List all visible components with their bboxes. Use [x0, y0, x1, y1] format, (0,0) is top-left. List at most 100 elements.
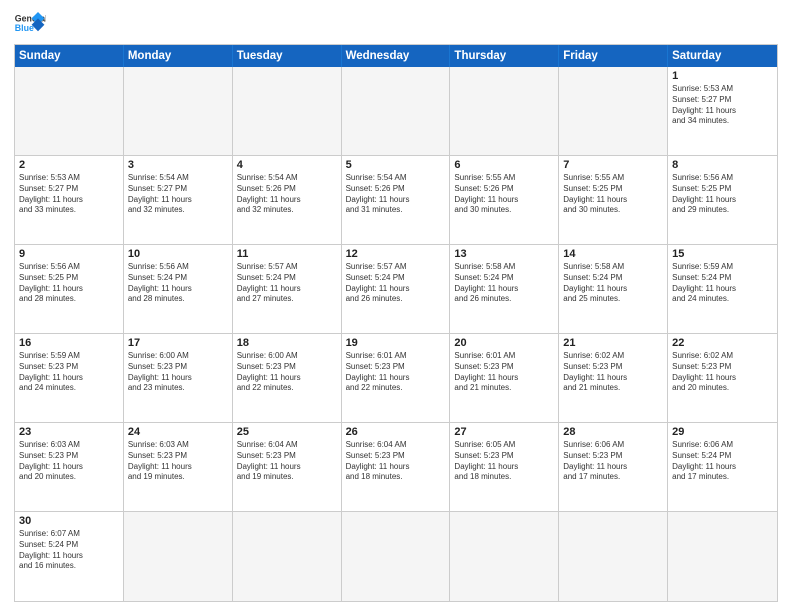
calendar-cell: 3Sunrise: 5:54 AM Sunset: 5:27 PM Daylig… — [124, 156, 233, 245]
cell-info: Sunrise: 6:02 AM Sunset: 5:23 PM Dayligh… — [563, 351, 663, 394]
day-headers: SundayMondayTuesdayWednesdayThursdayFrid… — [15, 45, 777, 67]
cell-info: Sunrise: 5:58 AM Sunset: 5:24 PM Dayligh… — [454, 262, 554, 305]
calendar-cell: 9 Sunrise: 5:56 AM Sunset: 5:25 PM Daylig… — [15, 245, 124, 334]
cell-info: Sunrise: 6:05 AM Sunset: 5:23 PM Dayligh… — [454, 440, 554, 483]
calendar-cell: 17Sunrise: 6:00 AM Sunset: 5:23 PM Dayli… — [124, 334, 233, 423]
calendar-cell — [15, 67, 124, 156]
cell-info: Sunrise: 5:54 AM Sunset: 5:26 PM Dayligh… — [237, 173, 337, 216]
calendar-cell — [233, 67, 342, 156]
calendar-cell — [559, 67, 668, 156]
calendar-cell: 21 Sunrise: 6:02 AM Sunset: 5:23 PM Dayli… — [559, 334, 668, 423]
day-header: Sunday — [15, 45, 124, 67]
day-number: 30 — [19, 515, 119, 527]
calendar-cell: 10Sunrise: 5:56 AM Sunset: 5:24 PM Dayli… — [124, 245, 233, 334]
calendar-cell: 18 Sunrise: 6:00 AM Sunset: 5:23 PM Dayli… — [233, 334, 342, 423]
calendar-cell: 20Sunrise: 6:01 AM Sunset: 5:23 PM Dayli… — [450, 334, 559, 423]
day-number: 9 — [19, 248, 119, 260]
day-number: 18 — [237, 337, 337, 349]
calendar-cell: 14 Sunrise: 5:58 AM Sunset: 5:24 PM Dayli… — [559, 245, 668, 334]
cell-info: Sunrise: 5:58 AM Sunset: 5:24 PM Dayligh… — [563, 262, 663, 305]
calendar-cell — [124, 512, 233, 601]
cell-info: Sunrise: 5:55 AM Sunset: 5:26 PM Dayligh… — [454, 173, 554, 216]
calendar-cell: 28Sunrise: 6:06 AM Sunset: 5:23 PM Dayli… — [559, 423, 668, 512]
day-number: 7 — [563, 159, 663, 171]
day-number: 8 — [672, 159, 773, 171]
svg-text:Blue: Blue — [15, 23, 34, 33]
cell-info: Sunrise: 5:54 AM Sunset: 5:26 PM Dayligh… — [346, 173, 446, 216]
day-number: 2 — [19, 159, 119, 171]
page: General Blue SundayMondayTuesdayWednesda… — [0, 0, 792, 612]
cell-info: Sunrise: 5:57 AM Sunset: 5:24 PM Dayligh… — [346, 262, 446, 305]
calendar-cell: 7 Sunrise: 5:55 AM Sunset: 5:25 PM Daylig… — [559, 156, 668, 245]
calendar-cell — [124, 67, 233, 156]
cell-info: Sunrise: 5:55 AM Sunset: 5:25 PM Dayligh… — [563, 173, 663, 216]
day-number: 23 — [19, 426, 119, 438]
cell-info: Sunrise: 6:03 AM Sunset: 5:23 PM Dayligh… — [19, 440, 119, 483]
calendar-cell: 12 Sunrise: 5:57 AM Sunset: 5:24 PM Dayli… — [342, 245, 451, 334]
calendar-cell: 29 Sunrise: 6:06 AM Sunset: 5:24 PM Dayli… — [668, 423, 777, 512]
day-number: 21 — [563, 337, 663, 349]
day-number: 6 — [454, 159, 554, 171]
cell-info: Sunrise: 6:07 AM Sunset: 5:24 PM Dayligh… — [19, 529, 119, 572]
cell-info: Sunrise: 6:02 AM Sunset: 5:23 PM Dayligh… — [672, 351, 773, 394]
calendar-cell — [450, 67, 559, 156]
calendar-grid: 1 Sunrise: 5:53 AM Sunset: 5:27 PM Daylig… — [15, 67, 777, 601]
day-number: 28 — [563, 426, 663, 438]
day-number: 20 — [454, 337, 554, 349]
calendar-cell: 13 Sunrise: 5:58 AM Sunset: 5:24 PM Dayli… — [450, 245, 559, 334]
cell-info: Sunrise: 6:06 AM Sunset: 5:24 PM Dayligh… — [672, 440, 773, 483]
day-number: 29 — [672, 426, 773, 438]
cell-info: Sunrise: 5:57 AM Sunset: 5:24 PM Dayligh… — [237, 262, 337, 305]
calendar-cell — [233, 512, 342, 601]
day-number: 14 — [563, 248, 663, 260]
day-number: 12 — [346, 248, 446, 260]
cell-info: Sunrise: 5:59 AM Sunset: 5:24 PM Dayligh… — [672, 262, 773, 305]
day-number: 19 — [346, 337, 446, 349]
calendar-cell: 2 Sunrise: 5:53 AM Sunset: 5:27 PM Daylig… — [15, 156, 124, 245]
calendar-cell: 30 Sunrise: 6:07 AM Sunset: 5:24 PM Dayli… — [15, 512, 124, 601]
cell-info: Sunrise: 5:59 AM Sunset: 5:23 PM Dayligh… — [19, 351, 119, 394]
cell-info: Sunrise: 5:56 AM Sunset: 5:25 PM Dayligh… — [672, 173, 773, 216]
calendar-cell: 25 Sunrise: 6:04 AM Sunset: 5:23 PM Dayli… — [233, 423, 342, 512]
cell-info: Sunrise: 6:03 AM Sunset: 5:23 PM Dayligh… — [128, 440, 228, 483]
day-number: 1 — [672, 70, 773, 82]
cell-info: Sunrise: 6:04 AM Sunset: 5:23 PM Dayligh… — [346, 440, 446, 483]
day-number: 27 — [454, 426, 554, 438]
calendar-cell: 26Sunrise: 6:04 AM Sunset: 5:23 PM Dayli… — [342, 423, 451, 512]
cell-info: Sunrise: 6:00 AM Sunset: 5:23 PM Dayligh… — [237, 351, 337, 394]
day-header: Tuesday — [233, 45, 342, 67]
calendar-cell — [342, 67, 451, 156]
day-header: Friday — [559, 45, 668, 67]
day-number: 4 — [237, 159, 337, 171]
day-number: 3 — [128, 159, 228, 171]
cell-info: Sunrise: 6:04 AM Sunset: 5:23 PM Dayligh… — [237, 440, 337, 483]
day-header: Monday — [124, 45, 233, 67]
calendar-cell — [559, 512, 668, 601]
day-number: 25 — [237, 426, 337, 438]
header: General Blue — [14, 10, 778, 38]
calendar-cell: 4 Sunrise: 5:54 AM Sunset: 5:26 PM Daylig… — [233, 156, 342, 245]
calendar-cell: 22 Sunrise: 6:02 AM Sunset: 5:23 PM Dayli… — [668, 334, 777, 423]
calendar-cell: 11 Sunrise: 5:57 AM Sunset: 5:24 PM Dayli… — [233, 245, 342, 334]
cell-info: Sunrise: 6:01 AM Sunset: 5:23 PM Dayligh… — [346, 351, 446, 394]
logo: General Blue — [14, 10, 46, 38]
calendar-cell: 16Sunrise: 5:59 AM Sunset: 5:23 PM Dayli… — [15, 334, 124, 423]
cell-info: Sunrise: 5:53 AM Sunset: 5:27 PM Dayligh… — [19, 173, 119, 216]
calendar-cell: 23 Sunrise: 6:03 AM Sunset: 5:23 PM Dayli… — [15, 423, 124, 512]
day-number: 10 — [128, 248, 228, 260]
calendar-cell: 27 Sunrise: 6:05 AM Sunset: 5:23 PM Dayli… — [450, 423, 559, 512]
calendar-cell: 19 Sunrise: 6:01 AM Sunset: 5:23 PM Dayli… — [342, 334, 451, 423]
day-number: 5 — [346, 159, 446, 171]
day-number: 13 — [454, 248, 554, 260]
calendar-cell: 6 Sunrise: 5:55 AM Sunset: 5:26 PM Daylig… — [450, 156, 559, 245]
calendar: SundayMondayTuesdayWednesdayThursdayFrid… — [14, 44, 778, 602]
calendar-cell: 8 Sunrise: 5:56 AM Sunset: 5:25 PM Daylig… — [668, 156, 777, 245]
calendar-cell: 5 Sunrise: 5:54 AM Sunset: 5:26 PM Daylig… — [342, 156, 451, 245]
calendar-cell — [668, 512, 777, 601]
calendar-cell: 1Sunrise: 5:53 AM Sunset: 5:27 PM Daylig… — [668, 67, 777, 156]
cell-info: Sunrise: 5:56 AM Sunset: 5:25 PM Dayligh… — [19, 262, 119, 305]
calendar-cell: 24Sunrise: 6:03 AM Sunset: 5:23 PM Dayli… — [124, 423, 233, 512]
day-number: 11 — [237, 248, 337, 260]
calendar-cell — [342, 512, 451, 601]
day-number: 22 — [672, 337, 773, 349]
